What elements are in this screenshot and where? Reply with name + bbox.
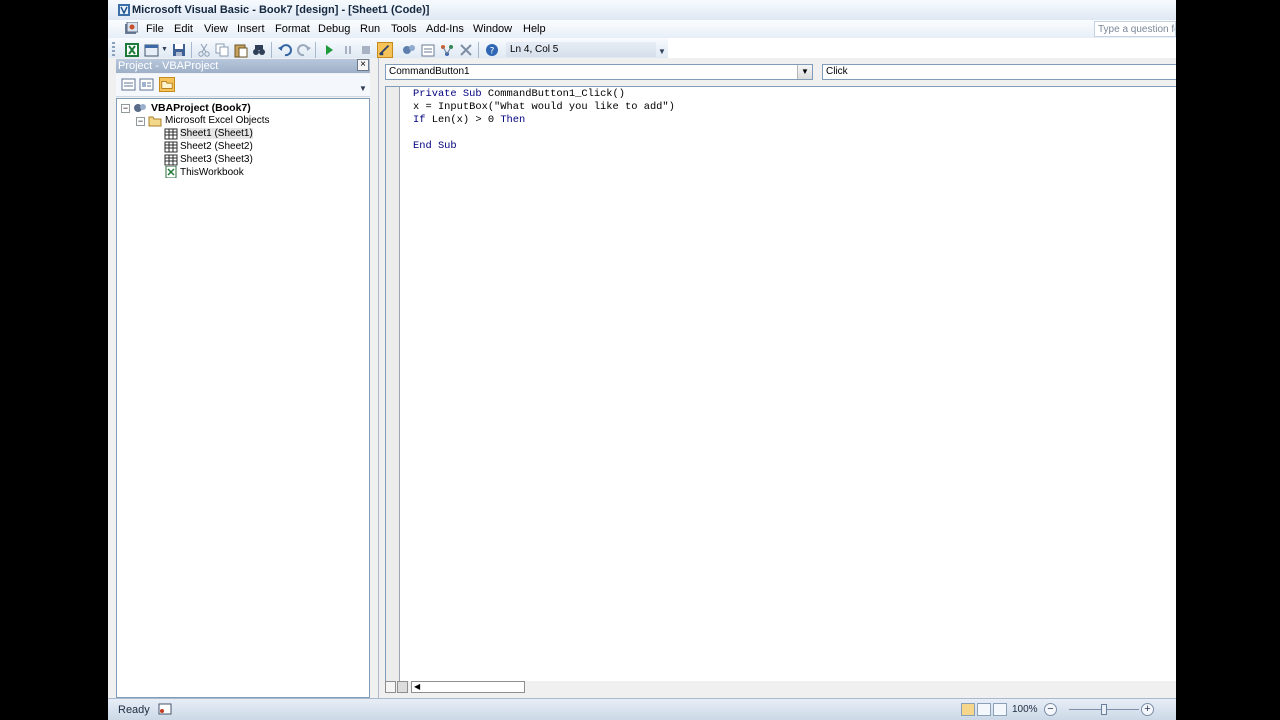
procedure-dropdown[interactable]: Click	[822, 64, 1176, 80]
object-dropdown[interactable]: CommandButton1 ▼	[385, 64, 813, 80]
view-code-icon[interactable]	[121, 77, 137, 92]
vba-system-menu-icon[interactable]	[125, 22, 138, 35]
code-window: CommandButton1 ▼ Click Private Sub Comma…	[378, 58, 1176, 698]
properties-icon[interactable]	[420, 42, 436, 58]
vba-project-icon	[134, 104, 146, 112]
tree-item-label: Sheet3 (Sheet3)	[180, 154, 253, 165]
vbe-window: Microsoft Visual Basic - Book7 [design] …	[108, 0, 1176, 720]
tree-folder-label: Microsoft Excel Objects	[165, 115, 270, 126]
folder-icon	[148, 116, 162, 127]
insert-userform-icon[interactable]	[144, 42, 160, 58]
code-margin-bar[interactable]	[386, 87, 400, 681]
menu-run[interactable]: Run	[360, 23, 380, 35]
run-icon[interactable]	[321, 42, 337, 58]
toolbar-separator	[191, 42, 192, 58]
copy-icon[interactable]	[214, 42, 230, 58]
scroll-left-icon[interactable]: ◀	[414, 682, 420, 691]
toggle-folders-icon[interactable]	[159, 77, 175, 92]
code-editor[interactable]: Private Sub CommandButton1_Click() x = I…	[385, 86, 1176, 682]
help-question-input[interactable]: Type a question for	[1094, 21, 1176, 37]
tree-item-label: ThisWorkbook	[180, 167, 244, 178]
tree-item-label: Sheet1 (Sheet1)	[180, 128, 253, 139]
project-explorer-icon[interactable]	[401, 42, 417, 58]
page-break-view-button[interactable]	[993, 703, 1007, 716]
object-browser-icon[interactable]	[439, 42, 455, 58]
find-icon[interactable]	[251, 42, 267, 58]
zoom-slider-thumb[interactable]	[1101, 704, 1107, 715]
window-title: Microsoft Visual Basic - Book7 [design] …	[132, 4, 430, 16]
toolbar-separator	[478, 42, 479, 58]
toolbar-options-icon[interactable]: ▼	[658, 47, 666, 56]
menu-help[interactable]: Help	[523, 23, 546, 35]
menu-format[interactable]: Format	[275, 23, 310, 35]
code-line-3: If Len(x) > 0 Then	[413, 114, 526, 126]
help-icon[interactable]: ?	[484, 42, 500, 58]
page-layout-view-button[interactable]	[977, 703, 991, 716]
reset-icon[interactable]	[358, 42, 374, 58]
zoom-in-button[interactable]: +	[1141, 703, 1154, 716]
zoom-out-button[interactable]: −	[1044, 703, 1057, 716]
cursor-position-display: Ln 4, Col 5	[506, 42, 656, 57]
menu-window[interactable]: Window	[473, 23, 512, 35]
menu-view[interactable]: View	[204, 23, 228, 35]
cut-icon[interactable]	[196, 42, 212, 58]
workbook-icon	[165, 166, 177, 178]
tree-item-label: Sheet2 (Sheet2)	[180, 141, 253, 152]
toolbox-icon[interactable]	[458, 42, 474, 58]
toolbar-separator	[315, 42, 316, 58]
full-module-view-button[interactable]	[397, 681, 408, 693]
menu-debug[interactable]: Debug	[318, 23, 350, 35]
excel-icon[interactable]	[124, 42, 140, 58]
vba-app-icon	[118, 4, 130, 16]
menu-file[interactable]: File	[146, 23, 164, 35]
menu-edit[interactable]: Edit	[174, 23, 193, 35]
project-pane-title: Project - VBAProject	[116, 59, 370, 73]
worksheet-icon	[164, 141, 178, 153]
title-bar: Microsoft Visual Basic - Book7 [design] …	[108, 0, 1176, 21]
collapse-icon[interactable]: −	[136, 117, 145, 126]
object-dropdown-value: CommandButton1	[389, 66, 470, 77]
svg-text:?: ?	[490, 47, 495, 57]
design-mode-icon[interactable]	[377, 42, 393, 58]
code-line-5: End Sub	[413, 140, 457, 152]
project-pane-toolbar: ▼	[116, 74, 370, 97]
view-object-icon[interactable]	[139, 77, 155, 92]
worksheet-icon	[164, 154, 178, 166]
procedure-view-button[interactable]	[385, 681, 396, 693]
record-macro-icon[interactable]	[158, 703, 172, 715]
code-line-2: x = InputBox("What would you like to add…	[413, 101, 675, 113]
menu-insert[interactable]: Insert	[237, 23, 265, 35]
horizontal-scrollbar[interactable]: ◀	[411, 681, 525, 693]
procedure-dropdown-value: Click	[826, 66, 848, 77]
status-bar: Ready 100% − +	[108, 698, 1176, 720]
toolbar-grip[interactable]	[112, 42, 115, 57]
code-footer: ◀	[385, 681, 1176, 695]
project-explorer-pane: Project - VBAProject × ▼ − VBAProject (B…	[108, 58, 378, 698]
break-icon[interactable]	[340, 42, 356, 58]
chevron-down-icon[interactable]: ▼	[797, 65, 812, 79]
code-line-1: Private Sub CommandButton1_Click()	[413, 88, 626, 100]
paste-icon[interactable]	[233, 42, 249, 58]
normal-view-button[interactable]	[961, 703, 975, 716]
save-icon[interactable]	[171, 42, 187, 58]
undo-icon[interactable]	[277, 42, 293, 58]
status-text: Ready	[118, 704, 150, 716]
menu-bar: File Edit View Insert Format Debug Run T…	[108, 20, 1176, 38]
tree-root-label: VBAProject (Book7)	[151, 102, 251, 114]
menu-tools[interactable]: Tools	[391, 23, 417, 35]
redo-icon[interactable]	[296, 42, 312, 58]
toolbar-separator	[271, 42, 272, 58]
insert-dropdown-icon[interactable]: ▼	[161, 46, 168, 53]
menu-add-ins[interactable]: Add-Ins	[426, 23, 464, 35]
pane-options-icon[interactable]: ▼	[359, 84, 367, 93]
collapse-icon[interactable]: −	[121, 104, 130, 113]
close-icon[interactable]: ×	[357, 59, 369, 71]
worksheet-icon	[164, 128, 178, 140]
zoom-level[interactable]: 100%	[1012, 704, 1038, 715]
project-tree: − VBAProject (Book7) − Microsoft Excel O…	[116, 98, 370, 698]
